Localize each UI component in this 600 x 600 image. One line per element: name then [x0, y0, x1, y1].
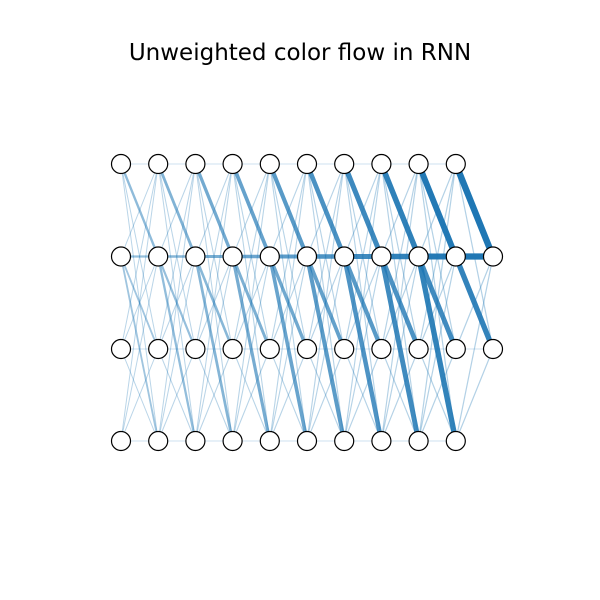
network-node [408, 430, 429, 452]
network-node [371, 430, 392, 452]
network-node [148, 153, 169, 175]
network-node [222, 246, 243, 267]
network-node [259, 153, 280, 175]
network-node [445, 246, 466, 267]
rnn-flow-diagram [110, 153, 504, 452]
network-node [222, 338, 243, 360]
network-node [259, 338, 280, 360]
network-node [259, 430, 280, 452]
network-node [296, 338, 318, 360]
edge-layer [119, 160, 497, 444]
network-node [148, 338, 169, 360]
network-node [445, 338, 466, 360]
network-node [222, 153, 243, 175]
network-node [408, 338, 429, 360]
network-node [185, 246, 206, 267]
flow-edge [452, 160, 497, 260]
network-node [334, 338, 355, 360]
network-node [110, 246, 132, 267]
network-node [371, 338, 392, 360]
network-node [185, 338, 206, 360]
network-node [296, 153, 318, 175]
network-node [334, 246, 355, 267]
network-node [222, 430, 243, 452]
network-node [296, 246, 318, 267]
network-node [408, 246, 429, 267]
network-node [296, 430, 318, 452]
network-node [148, 246, 169, 267]
node-layer [110, 153, 504, 452]
flow-edge [455, 348, 494, 442]
network-node [445, 153, 466, 175]
network-node [482, 338, 504, 360]
network-node [110, 338, 132, 360]
network-node [408, 153, 429, 175]
network-node [371, 153, 392, 175]
network-node [371, 246, 392, 267]
network-node [148, 430, 169, 452]
network-node [259, 246, 280, 267]
network-node [185, 430, 206, 452]
network-node [185, 153, 206, 175]
network-node [482, 246, 504, 267]
network-node [334, 430, 355, 452]
network-node [445, 430, 466, 452]
network-node [110, 430, 132, 452]
network-node [110, 153, 132, 175]
network-node [334, 153, 355, 175]
